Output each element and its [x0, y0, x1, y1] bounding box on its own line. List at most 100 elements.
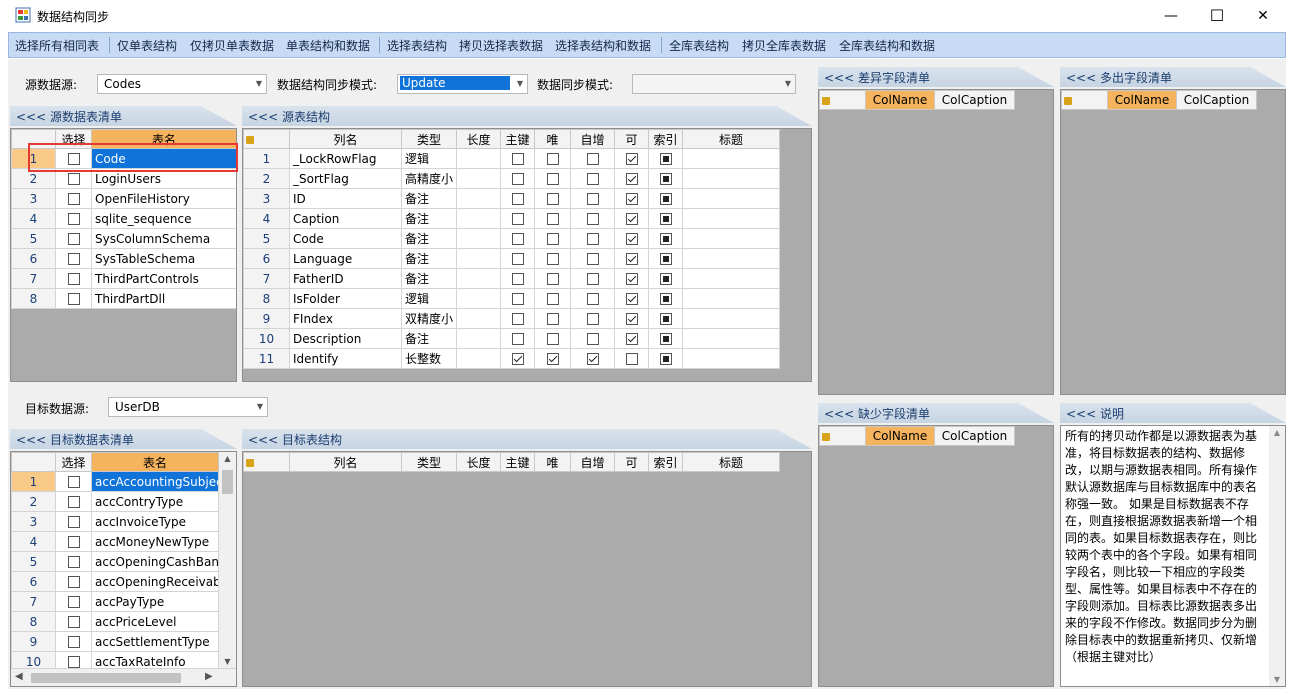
checkbox[interactable] [586, 213, 599, 225]
checkbox[interactable] [546, 153, 559, 165]
auto-increment-cell[interactable] [570, 348, 615, 369]
index-cell[interactable] [648, 208, 683, 229]
toolbar-all-data[interactable]: 拷贝全库表数据 [742, 37, 826, 54]
index-indicator[interactable] [659, 273, 672, 285]
checkbox[interactable] [586, 173, 599, 185]
length-cell[interactable] [456, 348, 501, 369]
type-cell[interactable]: 备注 [401, 228, 457, 249]
table-row[interactable]: 10 Description 备注 [243, 328, 780, 349]
checkbox[interactable] [586, 313, 599, 325]
column-header-length[interactable]: 长度 [456, 452, 501, 472]
index-indicator[interactable] [659, 193, 672, 205]
checkbox[interactable] [586, 293, 599, 305]
primary-key-cell[interactable] [500, 208, 535, 229]
unique-cell[interactable] [534, 208, 571, 229]
nullable-cell[interactable] [614, 228, 649, 249]
select-cell[interactable] [55, 511, 92, 532]
checkbox[interactable] [67, 476, 80, 488]
index-indicator[interactable] [659, 253, 672, 265]
index-cell[interactable] [648, 248, 683, 269]
checkbox[interactable] [511, 313, 524, 325]
checkbox[interactable] [625, 333, 638, 345]
description-scrollbar[interactable]: ▲ ▼ [1269, 426, 1285, 686]
table-row[interactable]: 5 SysColumnSchema [11, 228, 236, 249]
title-cell[interactable] [682, 348, 780, 369]
length-cell[interactable] [456, 188, 501, 209]
primary-key-cell[interactable] [500, 288, 535, 309]
table-name-cell[interactable]: accMoneyNewType [91, 531, 219, 552]
checkbox[interactable] [511, 193, 524, 205]
table-row[interactable]: 9 FIndex 双精度小 [243, 308, 780, 329]
table-row[interactable]: 8 IsFolder 逻辑 [243, 288, 780, 309]
checkbox[interactable] [586, 333, 599, 345]
checkbox[interactable] [67, 576, 80, 588]
primary-key-cell[interactable] [500, 168, 535, 189]
auto-increment-cell[interactable] [570, 288, 615, 309]
checkbox[interactable] [67, 253, 80, 265]
table-row[interactable]: 6 Language 备注 [243, 248, 780, 269]
table-name-cell[interactable]: accSettlementType [91, 631, 219, 652]
checkbox[interactable] [511, 293, 524, 305]
title-cell[interactable] [682, 208, 780, 229]
column-header-colcaption[interactable]: ColCaption [934, 90, 1015, 110]
table-row[interactable]: 7 accPayType [11, 591, 219, 612]
checkbox[interactable] [586, 153, 599, 165]
column-name-cell[interactable]: Language [289, 248, 402, 269]
select-cell[interactable] [55, 551, 92, 572]
select-cell[interactable] [55, 631, 92, 652]
target-tables-hscrollbar[interactable]: ◀ ▶ [11, 668, 236, 686]
nullable-cell[interactable] [614, 168, 649, 189]
table-name-cell[interactable]: SysColumnSchema [91, 228, 236, 249]
type-cell[interactable]: 高精度小 [401, 168, 457, 189]
target-structure-grid[interactable]: 列名 类型 长度 主键唯自增可索引 标题 [242, 451, 812, 687]
scroll-thumb[interactable] [31, 673, 181, 683]
table-name-cell[interactable]: sqlite_sequence [91, 208, 236, 229]
select-cell[interactable] [55, 571, 92, 592]
checkbox[interactable] [546, 253, 559, 265]
type-cell[interactable]: 备注 [401, 328, 457, 349]
select-cell[interactable] [55, 611, 92, 632]
nullable-cell[interactable] [614, 248, 649, 269]
table-row[interactable]: 6 SysTableSchema [11, 248, 236, 269]
auto-increment-cell[interactable] [570, 208, 615, 229]
column-header-table-name[interactable]: 表名 [91, 452, 219, 472]
checkbox[interactable] [546, 333, 559, 345]
column-header-colname[interactable]: ColName [1107, 90, 1177, 110]
checkbox[interactable] [67, 596, 80, 608]
primary-key-cell[interactable] [500, 248, 535, 269]
scroll-up-icon[interactable]: ▲ [219, 454, 236, 463]
select-cell[interactable] [55, 471, 92, 492]
scroll-left-icon[interactable]: ◀ [15, 671, 23, 682]
column-header-index[interactable]: 索引 [648, 452, 683, 472]
toolbar-selected-structure[interactable]: 选择表结构 [387, 37, 447, 54]
index-indicator[interactable] [659, 153, 672, 165]
scroll-down-icon[interactable]: ▼ [219, 657, 236, 666]
checkbox[interactable] [67, 213, 80, 225]
column-header-colcaption[interactable]: ColCaption [934, 426, 1015, 446]
column-header-index[interactable]: 索引 [648, 129, 683, 149]
unique-cell[interactable] [534, 228, 571, 249]
table-name-cell[interactable]: accContryType [91, 491, 219, 512]
table-name-cell[interactable]: ThirdPartControls [91, 268, 236, 289]
checkbox[interactable] [546, 293, 559, 305]
type-cell[interactable]: 备注 [401, 268, 457, 289]
target-datasource-combo[interactable]: UserDB ▼ [108, 397, 268, 417]
table-row[interactable]: 1 _LockRowFlag 逻辑 [243, 148, 780, 169]
checkbox[interactable] [546, 233, 559, 245]
length-cell[interactable] [456, 268, 501, 289]
column-header-colname[interactable]: ColName [865, 426, 935, 446]
toolbar-selected-structure-data[interactable]: 选择表结构和数据 [555, 37, 651, 54]
table-name-cell[interactable]: accOpeningCashBanl [91, 551, 219, 572]
table-row[interactable]: 4 sqlite_sequence [11, 208, 236, 229]
type-cell[interactable]: 备注 [401, 188, 457, 209]
index-cell[interactable] [648, 168, 683, 189]
unique-cell[interactable] [534, 308, 571, 329]
table-row[interactable]: 8 ThirdPartDll [11, 288, 236, 309]
primary-key-cell[interactable] [500, 188, 535, 209]
checkbox[interactable] [625, 213, 638, 225]
table-row[interactable]: 4 accMoneyNewType [11, 531, 219, 552]
checkbox[interactable] [511, 233, 524, 245]
index-cell[interactable] [648, 228, 683, 249]
title-cell[interactable] [682, 308, 780, 329]
description-box[interactable]: 所有的拷贝动作都是以源数据表为基准，将目标数据表的结构、数据修改，以期与源数据表… [1060, 425, 1286, 687]
